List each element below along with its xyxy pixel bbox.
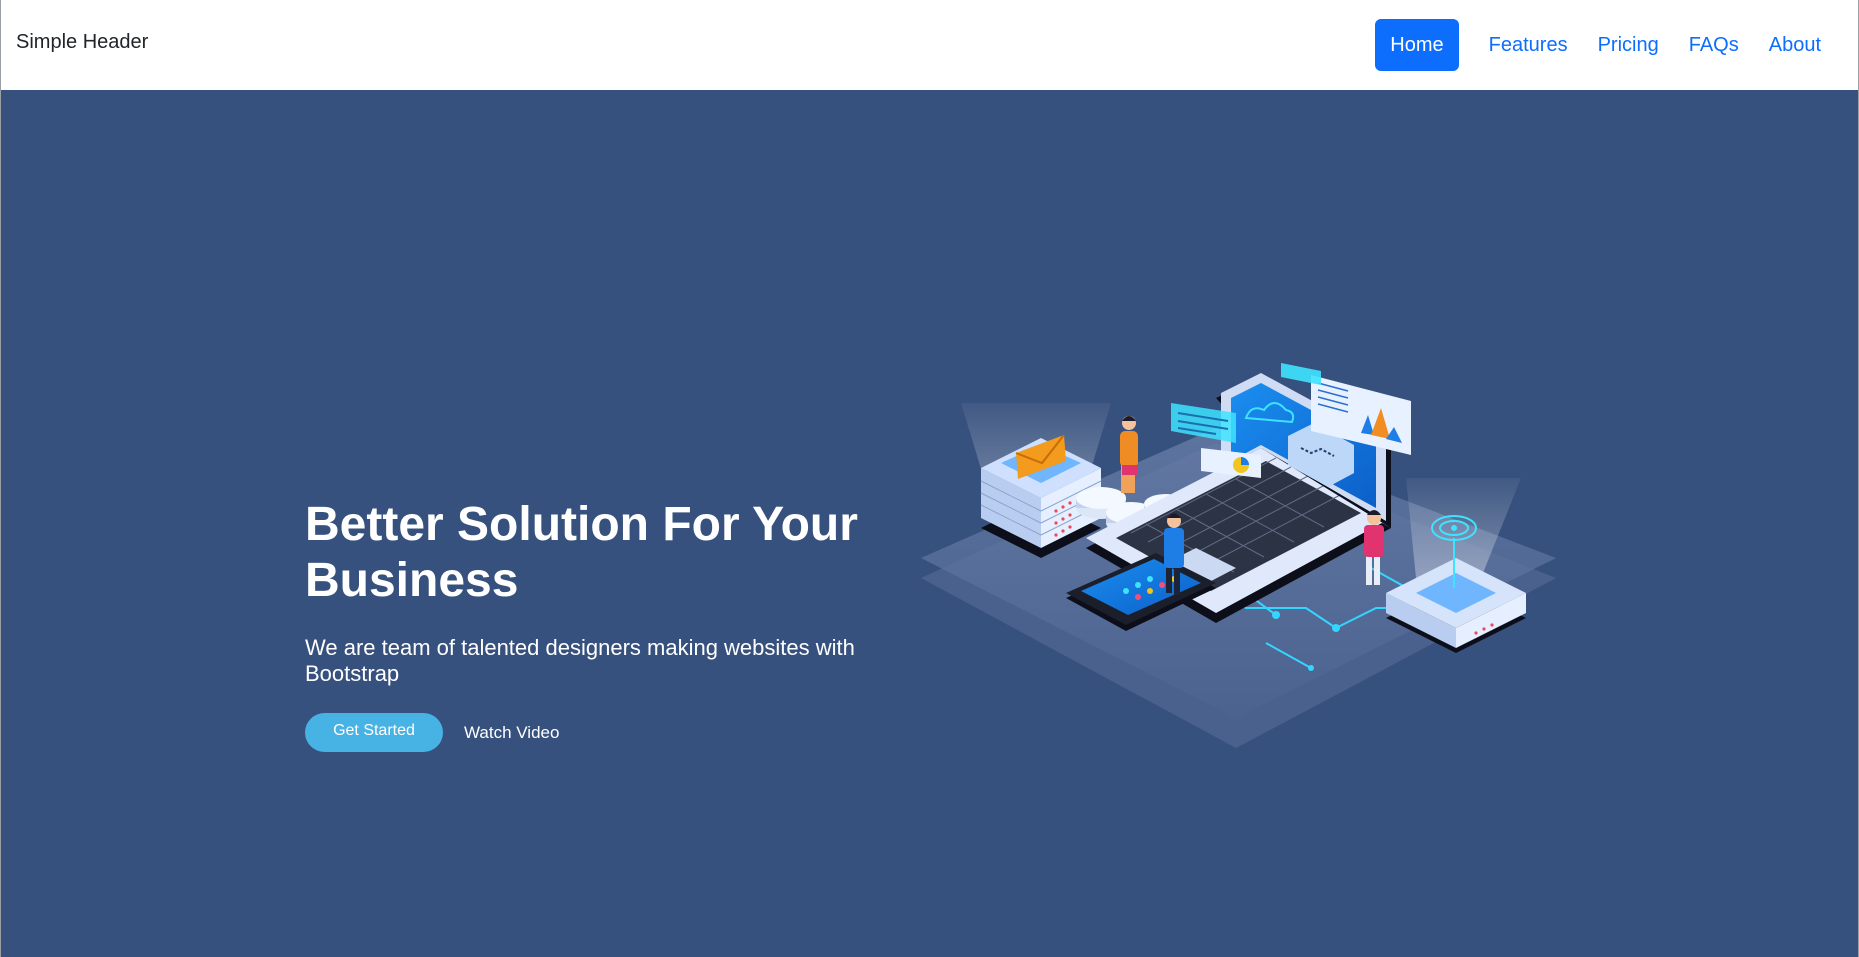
watch-video-link[interactable]: Watch Video <box>464 723 559 743</box>
main-nav: Home Features Pricing FAQs About <box>1375 19 1836 71</box>
hero-section: Better Solution For Your Business We are… <box>1 90 1858 957</box>
brand-title[interactable]: Simple Header <box>16 31 148 54</box>
hero-title: Better Solution For Your Business <box>305 498 858 607</box>
get-started-button[interactable]: Get Started <box>305 713 443 752</box>
hero-illustration <box>921 363 1556 748</box>
nav-faqs[interactable]: FAQs <box>1674 19 1754 71</box>
nav-pricing[interactable]: Pricing <box>1583 19 1674 71</box>
navbar: Simple Header Home Features Pricing FAQs… <box>1 0 1858 90</box>
browser-viewport: Simple Header Home Features Pricing FAQs… <box>0 0 1859 957</box>
hero-text: Better Solution For Your Business We are… <box>305 497 905 752</box>
hero-actions: Get Started Watch Video <box>305 713 905 752</box>
hero-subtitle: We are team of talented designers making… <box>305 635 855 686</box>
nav-about[interactable]: About <box>1754 19 1836 71</box>
nav-features[interactable]: Features <box>1474 19 1583 71</box>
nav-home[interactable]: Home <box>1375 19 1459 71</box>
